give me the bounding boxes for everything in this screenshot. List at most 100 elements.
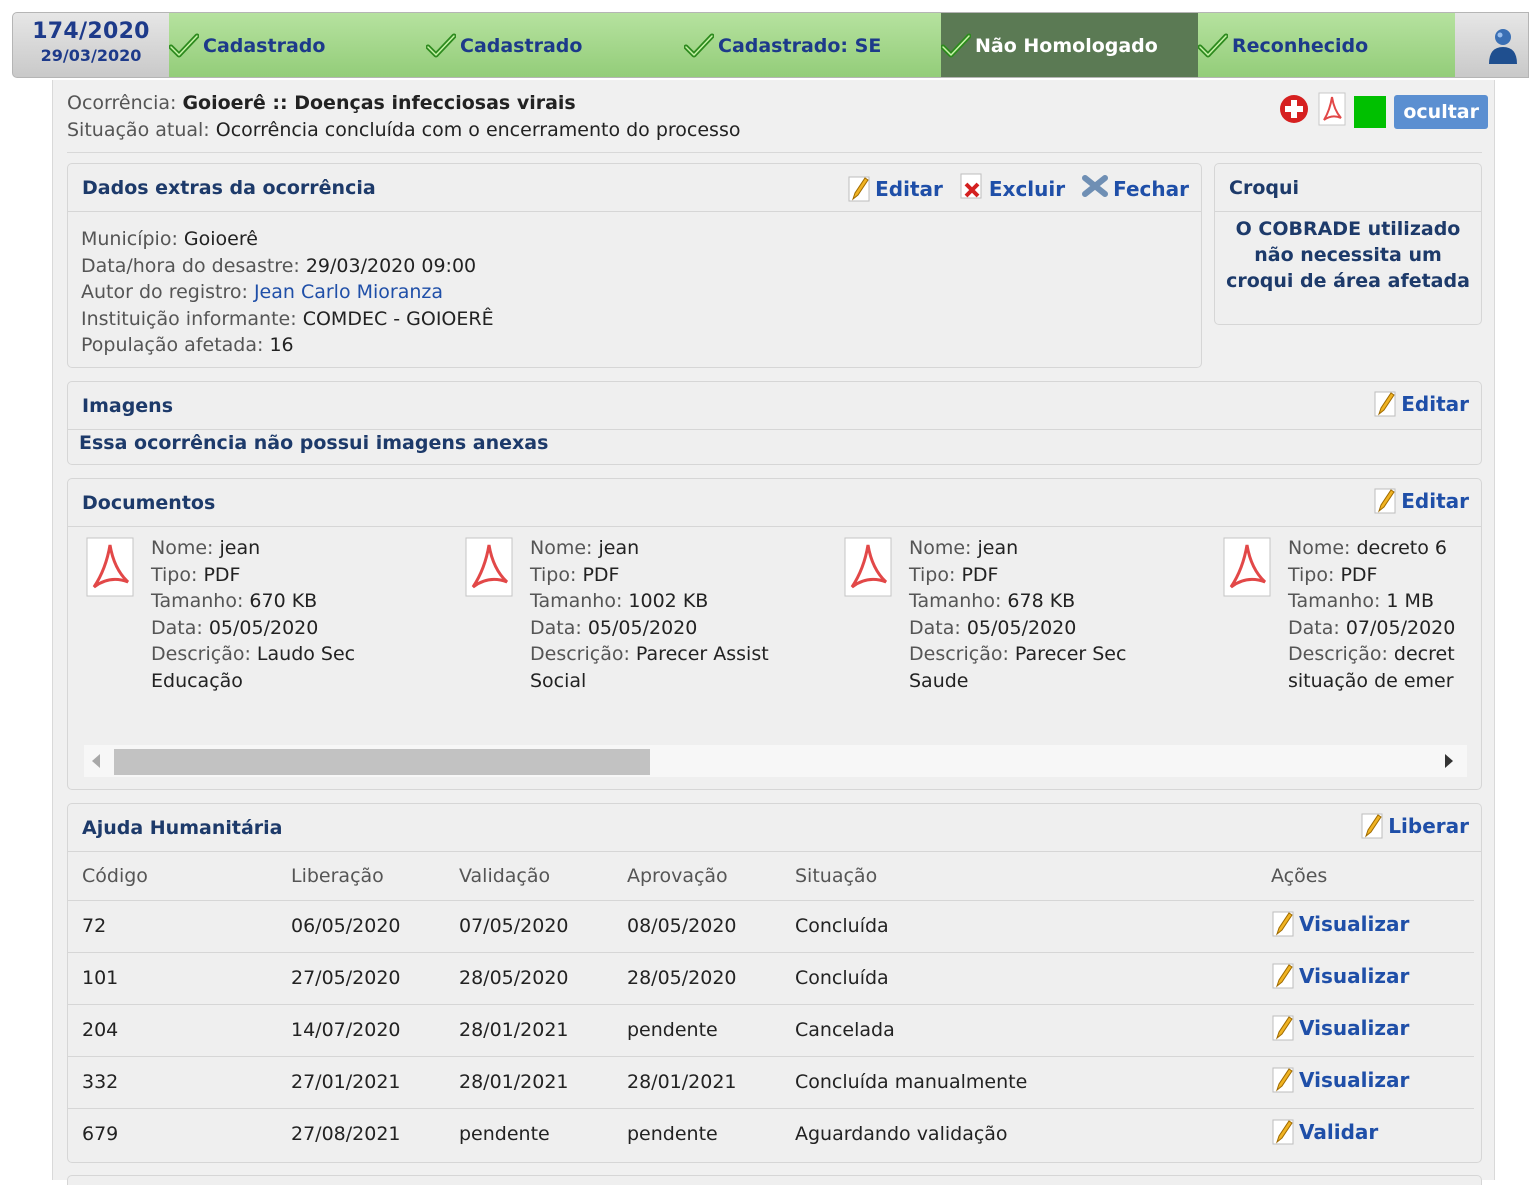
close-label: Fechar (1113, 176, 1189, 201)
cell-status: Aguardando validação (795, 1123, 1008, 1146)
doc-name: jean (977, 537, 1019, 559)
images-box: Imagens Editar Essa ocorrência não possu… (67, 381, 1482, 465)
extra-data-box: Dados extras da ocorrência Editar Exclui… (67, 163, 1202, 368)
aid-table-header: Código Liberação Validação Aprovação Sit… (68, 852, 1474, 901)
col-liberacao: Liberação (277, 852, 445, 901)
pencil-icon (1360, 812, 1384, 840)
case-identifier: 174/2020 29/03/2020 (13, 13, 169, 77)
field-value: 29/03/2020 09:00 (305, 254, 477, 277)
cell-validation: 07/05/2020 (445, 900, 613, 953)
hide-button[interactable]: ocultar (1394, 94, 1488, 129)
edit-documents-button[interactable]: Editar (1373, 487, 1469, 515)
field-key: Instituição informante: (81, 307, 297, 330)
doc-size: 1002 KB (628, 590, 709, 612)
doc-date-label: Data: (530, 616, 582, 639)
cell-release: 27/01/2021 (277, 1056, 445, 1109)
documents-box: Documentos Editar Nome: jean Tipo: PDF T… (67, 478, 1482, 790)
documents-title: Documentos (82, 491, 216, 514)
doc-size: 670 KB (249, 590, 318, 612)
doc-size-label: Tamanho: (151, 590, 244, 612)
header-divider (67, 152, 1482, 153)
doc-size: 1 MB (1386, 590, 1434, 612)
scroll-left-icon[interactable] (92, 754, 100, 768)
pdf-icon[interactable] (1318, 92, 1346, 131)
delete-icon (959, 172, 985, 205)
cell-validation: 28/01/2021 (445, 1056, 613, 1109)
status-color-indicator (1354, 95, 1387, 128)
doc-date-label: Data: (1288, 616, 1340, 639)
check-icon (426, 33, 456, 59)
field-data-hora: Data/hora do desastre: 29/03/2020 09:00 (81, 253, 1188, 280)
delete-button[interactable]: Excluir (959, 172, 1065, 205)
check-icon (941, 33, 971, 59)
doc-type-label: Tipo: (909, 563, 956, 586)
doc-type: PDF (1340, 563, 1378, 586)
workflow-status-bar: 174/2020 29/03/2020 Cadastrado Cadastrad… (12, 12, 1529, 78)
view-aid-button[interactable]: Visualizar (1271, 962, 1409, 990)
workflow-step-cadastrado-se[interactable]: Cadastrado: SE (684, 13, 941, 77)
pencil-icon (1373, 487, 1397, 515)
documents-header: Documentos Editar (68, 479, 1481, 527)
doc-desc: Parecer Assist (635, 643, 769, 665)
field-key: Município: (81, 228, 178, 250)
workflow-step-reconhecido[interactable]: Reconhecido (1198, 13, 1455, 77)
extra-data-fields: Município: Goioerê Data/hora do desastre… (68, 212, 1201, 373)
cell-code: 101 (68, 952, 277, 1005)
documents-scrollbar[interactable] (84, 745, 1467, 777)
doc-desc-label: Descrição: (1288, 643, 1388, 665)
doc-desc-cont: situação de emer (1288, 669, 1454, 692)
extra-data-header: Dados extras da ocorrência Editar Exclui… (68, 164, 1201, 212)
field-value: 16 (269, 334, 294, 356)
validate-aid-button[interactable]: Validar (1271, 1118, 1378, 1146)
workflow-step-cadastrado-2[interactable]: Cadastrado (426, 13, 684, 77)
cell-status: Cancelada (781, 1004, 1257, 1057)
add-icon[interactable] (1278, 93, 1310, 130)
user-icon[interactable] (1486, 27, 1520, 65)
author-link[interactable]: Jean Carlo Mioranza (254, 281, 443, 303)
table-row: 679 27/08/2021 pendente pendente Aguarda… (68, 1108, 1474, 1160)
doc-name-label: Nome: (530, 537, 593, 559)
croqui-header: Croqui (1215, 164, 1481, 212)
close-button[interactable]: Fechar (1081, 172, 1189, 205)
field-value: Goioerê (183, 228, 258, 250)
doc-desc: Laudo Sec (256, 643, 356, 665)
occurrence-title-value: Goioerê :: Doenças infecciosas virais (182, 92, 576, 114)
view-aid-button[interactable]: Visualizar (1271, 1014, 1409, 1042)
images-title: Imagens (82, 394, 174, 417)
cell-validation: 28/01/2021 (445, 1004, 613, 1057)
images-empty-message: Essa ocorrência não possui imagens anexa… (79, 432, 549, 454)
pencil-icon (1271, 1014, 1295, 1042)
view-aid-button[interactable]: Visualizar (1271, 1066, 1409, 1094)
doc-type: PDF (961, 563, 999, 586)
pencil-icon (1271, 962, 1295, 990)
document-details: Nome: jean Tipo: PDF Tamanho: 1002 KB Da… (530, 535, 769, 694)
cell-approval: 28/05/2020 (613, 952, 781, 1005)
scroll-thumb[interactable] (114, 749, 650, 775)
cell-code: 332 (68, 1056, 277, 1109)
workflow-step-label: Cadastrado: SE (718, 35, 882, 57)
aid-title: Ajuda Humanitária (82, 816, 283, 839)
action-label: Visualizar (1299, 911, 1410, 936)
occurrence-title: Ocorrência: Goioerê :: Doenças infeccios… (67, 90, 740, 117)
next-section-edge (67, 1175, 1482, 1185)
doc-date: 05/05/2020 (208, 616, 319, 639)
doc-desc: Parecer Sec (1014, 643, 1127, 665)
cell-code: 204 (68, 1004, 277, 1057)
cell-approval: 28/01/2021 (613, 1056, 781, 1109)
edit-images-button[interactable]: Editar (1373, 390, 1469, 418)
workflow-step-cadastrado[interactable]: Cadastrado (169, 13, 426, 77)
view-aid-button[interactable]: Visualizar (1271, 910, 1409, 938)
cell-approval: pendente (613, 1004, 781, 1057)
doc-desc-cont: Social (530, 669, 587, 692)
doc-type: PDF (582, 563, 620, 586)
release-aid-button[interactable]: Liberar (1360, 812, 1469, 840)
cell-status: Concluída manualmente (781, 1056, 1257, 1109)
occurrence-title-label: Ocorrência: (67, 92, 177, 114)
release-label: Liberar (1388, 814, 1469, 838)
doc-date: 05/05/2020 (587, 616, 698, 639)
occurrence-status-label: Situação atual: (67, 119, 210, 141)
scroll-right-icon[interactable] (1445, 754, 1453, 768)
images-header: Imagens Editar (68, 382, 1481, 430)
edit-extra-data-button[interactable]: Editar (847, 172, 943, 205)
workflow-step-nao-homologado[interactable]: Não Homologado (941, 13, 1198, 77)
